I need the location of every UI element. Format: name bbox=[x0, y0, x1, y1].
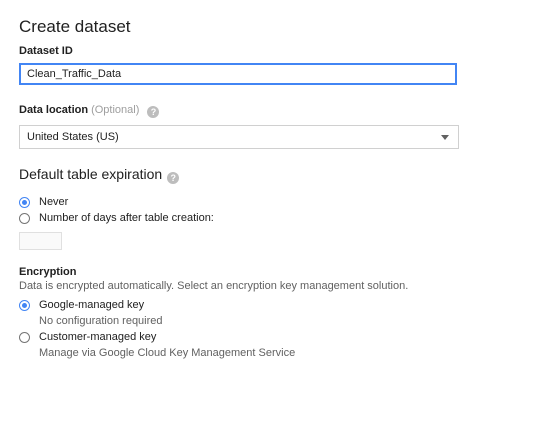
data-location-selected-value: United States (US) bbox=[27, 131, 119, 143]
radio-label: Customer-managed key bbox=[39, 331, 157, 343]
radio-button[interactable] bbox=[19, 212, 30, 224]
radio-button-checked[interactable] bbox=[19, 299, 30, 311]
encryption-option-customer-managed[interactable]: Customer-managed key bbox=[19, 331, 156, 343]
days-input[interactable] bbox=[19, 232, 62, 250]
optional-hint: (Optional) bbox=[91, 104, 140, 116]
encryption-title: Encryption bbox=[19, 266, 77, 278]
data-location-select[interactable]: United States (US) bbox=[19, 125, 459, 149]
radio-button-checked[interactable] bbox=[19, 196, 30, 208]
table-expiration-title-text: Default table expiration bbox=[19, 166, 163, 182]
data-location-label-text: Data location bbox=[19, 104, 89, 116]
expiration-option-days[interactable]: Number of days after table creation: bbox=[19, 212, 214, 224]
radio-label: Never bbox=[39, 196, 69, 208]
google-managed-sublabel: No configuration required bbox=[39, 315, 163, 327]
data-location-label: Data location (Optional) ? bbox=[19, 104, 160, 118]
dropdown-arrow-icon bbox=[441, 135, 449, 140]
encryption-description: Data is encrypted automatically. Select … bbox=[19, 280, 409, 292]
dataset-id-label: Dataset ID bbox=[19, 45, 73, 57]
radio-button[interactable] bbox=[19, 331, 30, 343]
page-title: Create dataset bbox=[19, 17, 131, 36]
table-expiration-title: Default table expiration? bbox=[19, 166, 180, 184]
encryption-option-google-managed[interactable]: Google-managed key bbox=[19, 299, 144, 311]
dataset-id-input[interactable] bbox=[19, 63, 457, 85]
expiration-option-never[interactable]: Never bbox=[19, 196, 68, 208]
radio-label: Number of days after table creation: bbox=[39, 212, 214, 224]
help-icon[interactable]: ? bbox=[167, 172, 180, 184]
radio-label: Google-managed key bbox=[39, 299, 145, 311]
customer-managed-sublabel: Manage via Google Cloud Key Management S… bbox=[39, 347, 296, 359]
help-icon[interactable]: ? bbox=[147, 106, 160, 118]
